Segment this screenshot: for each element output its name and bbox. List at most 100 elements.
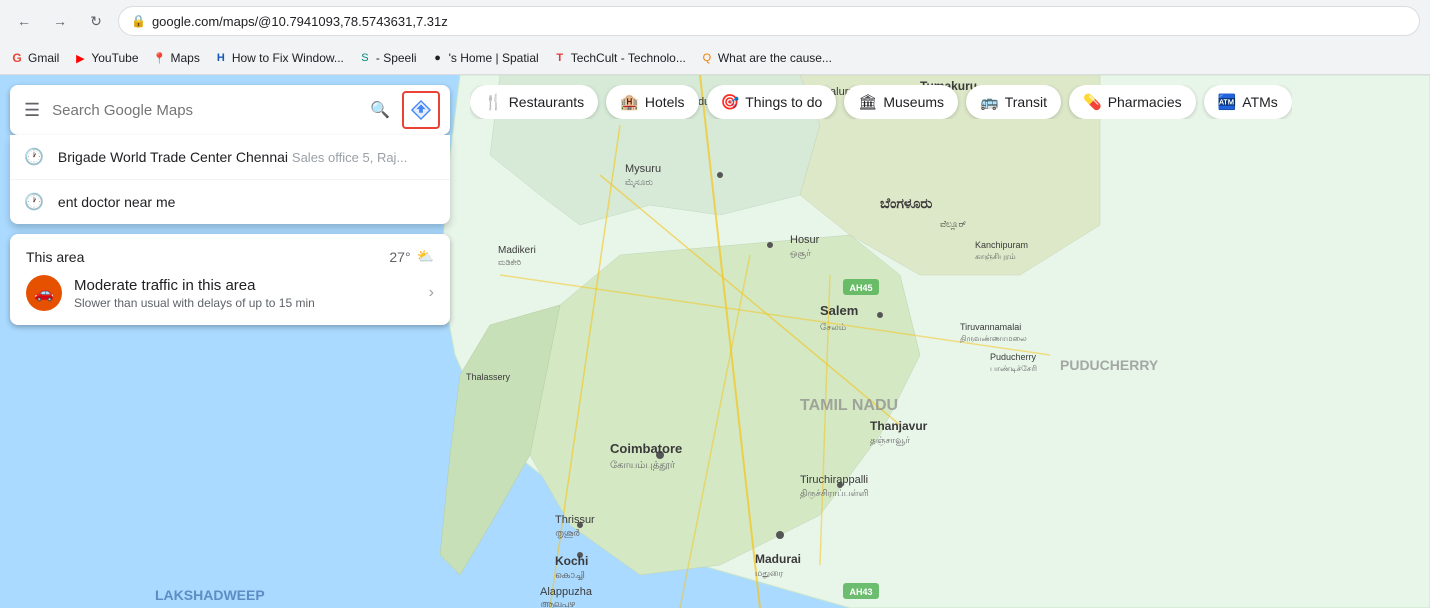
- pill-atms[interactable]: 🏧 ATMs: [1204, 85, 1292, 119]
- svg-text:Madikeri: Madikeri: [498, 245, 536, 256]
- gmail-icon: G: [10, 51, 24, 65]
- bookmark-spatial[interactable]: ● 's Home | Spatial: [431, 51, 539, 65]
- autocomplete-text-1: ent doctor near me: [58, 194, 176, 210]
- svg-text:திருவண்ணாமலை: திருவண்ணாமலை: [960, 334, 1027, 344]
- svg-text:ಬೆಂಗಳೂರು: ಬೆಂಗಳೂರು: [880, 195, 933, 211]
- atms-icon: 🏧: [1218, 93, 1237, 111]
- forward-button[interactable]: →: [46, 7, 74, 35]
- traffic-row[interactable]: 🚗 Moderate traffic in this area Slower t…: [26, 275, 434, 311]
- whatare-icon: Q: [700, 51, 714, 65]
- bookmark-whatare-label: What are the cause...: [718, 51, 832, 65]
- bookmark-gmail[interactable]: G Gmail: [10, 51, 59, 65]
- address-bar[interactable]: 🔒 google.com/maps/@10.7941093,78.5743631…: [118, 6, 1420, 36]
- svg-text:Madurai: Madurai: [755, 552, 801, 566]
- browser-chrome: ← → ↻ 🔒 google.com/maps/@10.7941093,78.5…: [0, 0, 1430, 75]
- svg-text:AH43: AH43: [849, 587, 872, 597]
- map-container[interactable]: Mysuru ಮೈಸೂರು Hosur ஒசூர் Salem சேலம் Co…: [0, 75, 1430, 608]
- traffic-chevron-icon[interactable]: ›: [429, 284, 434, 302]
- traffic-text: Moderate traffic in this area Slower tha…: [74, 277, 417, 310]
- svg-text:Thrissur: Thrissur: [555, 514, 595, 526]
- svg-text:ಮೈಸೂರು: ಮೈಸೂರು: [625, 177, 653, 188]
- howtofix-icon: H: [214, 51, 228, 65]
- bookmark-speeli-label: - Speeli: [376, 51, 417, 65]
- svg-text:Mysuru: Mysuru: [625, 163, 661, 175]
- autocomplete-sub-0: Sales office 5, Raj...: [292, 150, 407, 165]
- autocomplete-item-1[interactable]: 🕐 ent doctor near me: [10, 180, 450, 224]
- bookmark-gmail-label: Gmail: [28, 51, 59, 65]
- restaurants-icon: 🍴: [484, 93, 503, 111]
- things-to-do-icon: 🎯: [721, 93, 740, 111]
- pill-things-to-do[interactable]: 🎯 Things to do: [707, 85, 837, 119]
- svg-text:Alappuzha: Alappuzha: [540, 586, 593, 598]
- pill-restaurants[interactable]: 🍴 Restaurants: [470, 85, 598, 119]
- techcult-icon: T: [553, 51, 567, 65]
- refresh-button[interactable]: ↻: [82, 7, 110, 35]
- svg-text:Tiruvannamalai: Tiruvannamalai: [960, 322, 1021, 332]
- weather-icon: ⛅: [417, 248, 434, 265]
- history-icon-0: 🕐: [24, 147, 44, 167]
- pill-pharmacies[interactable]: 💊 Pharmacies: [1069, 85, 1196, 119]
- museums-icon: 🏛: [858, 93, 877, 111]
- pill-transit-label: Transit: [1005, 94, 1047, 110]
- temperature-text: 27°: [389, 249, 410, 265]
- svg-text:ಮಡಿಕೇರಿ: ಮಡಿಕೇರಿ: [498, 258, 521, 267]
- search-input[interactable]: [52, 102, 362, 119]
- autocomplete-main-1: ent doctor near me: [58, 194, 176, 210]
- hamburger-menu-icon[interactable]: ☰: [20, 96, 44, 125]
- bookmark-speeli[interactable]: S - Speeli: [358, 51, 417, 65]
- address-bar-row: ← → ↻ 🔒 google.com/maps/@10.7941093,78.5…: [0, 0, 1430, 42]
- bookmark-howtofix[interactable]: H How to Fix Window...: [214, 51, 344, 65]
- history-icon-1: 🕐: [24, 192, 44, 212]
- temp-weather: 27° ⛅: [389, 248, 434, 265]
- bookmark-maps-label: Maps: [171, 51, 200, 65]
- svg-text:Puducherry: Puducherry: [990, 352, 1037, 362]
- transit-icon: 🚌: [980, 93, 999, 111]
- svg-text:PUDUCHERRY: PUDUCHERRY: [1060, 357, 1159, 373]
- svg-text:Thanjavur: Thanjavur: [870, 419, 928, 433]
- svg-text:மதுரை: மதுரை: [755, 568, 784, 579]
- pill-restaurants-label: Restaurants: [509, 94, 584, 110]
- lock-icon: 🔒: [131, 14, 146, 28]
- svg-text:കൊച്ചി: കൊച്ചി: [555, 570, 584, 580]
- autocomplete-dropdown: 🕐 Brigade World Trade Center Chennai Sal…: [10, 135, 450, 224]
- autocomplete-main-0: Brigade World Trade Center Chennai: [58, 149, 288, 165]
- svg-text:LAKSHADWEEP: LAKSHADWEEP: [155, 587, 265, 603]
- pharmacies-icon: 💊: [1083, 93, 1102, 111]
- spatial-icon: ●: [431, 51, 445, 65]
- pill-things-to-do-label: Things to do: [745, 94, 822, 110]
- pill-transit[interactable]: 🚌 Transit: [966, 85, 1061, 119]
- bookmark-youtube-label: YouTube: [91, 51, 138, 65]
- bookmark-spatial-label: 's Home | Spatial: [449, 51, 539, 65]
- search-bar: ☰ 🔍: [10, 85, 450, 135]
- pill-atms-label: ATMs: [1242, 94, 1278, 110]
- bookmark-techcult-label: TechCult - Technolo...: [571, 51, 686, 65]
- autocomplete-item-0[interactable]: 🕐 Brigade World Trade Center Chennai Sal…: [10, 135, 450, 180]
- back-button[interactable]: ←: [10, 7, 38, 35]
- svg-text:ஒசூர்: ஒசூர்: [790, 248, 811, 259]
- traffic-title: Moderate traffic in this area: [74, 277, 417, 294]
- bookmark-whatare[interactable]: Q What are the cause...: [700, 51, 832, 65]
- svg-text:காஞ்சிபுரம்: காஞ்சிபுரம்: [975, 252, 1016, 262]
- bookmark-maps[interactable]: 📍 Maps: [153, 51, 200, 65]
- bookmark-youtube[interactable]: ▶ YouTube: [73, 51, 138, 65]
- traffic-card: This area 27° ⛅ 🚗 Moderate traffic in th…: [10, 234, 450, 325]
- svg-text:Salem: Salem: [820, 303, 858, 318]
- pill-museums[interactable]: 🏛 Museums: [844, 85, 958, 119]
- svg-text:AH45: AH45: [849, 283, 872, 293]
- bookmark-techcult[interactable]: T TechCult - Technolo...: [553, 51, 686, 65]
- pill-hotels[interactable]: 🏨 Hotels: [606, 85, 698, 119]
- search-button[interactable]: 🔍: [370, 100, 390, 120]
- autocomplete-text-0: Brigade World Trade Center Chennai Sales…: [58, 149, 407, 165]
- maps-icon: 📍: [153, 51, 167, 65]
- svg-text:பாண்டிச்சேரி: பாண்டிச்சேரி: [990, 364, 1037, 373]
- category-pills: 🍴 Restaurants 🏨 Hotels 🎯 Things to do 🏛 …: [470, 85, 1292, 119]
- svg-text:TAMIL NADU: TAMIL NADU: [800, 397, 898, 414]
- youtube-icon: ▶: [73, 51, 87, 65]
- car-icon: 🚗: [34, 283, 54, 303]
- left-panel: ☰ 🔍 🕐 Brigade World Trade Center Chennai…: [0, 75, 460, 335]
- pill-pharmacies-label: Pharmacies: [1108, 94, 1182, 110]
- svg-text:கோயம்புத்தூர்: கோயம்புத்தூர்: [610, 460, 676, 471]
- directions-button[interactable]: [402, 91, 440, 129]
- svg-text:തൃശൂർ: തൃശൂർ: [555, 528, 580, 538]
- svg-text:Kanchipuram: Kanchipuram: [975, 240, 1028, 250]
